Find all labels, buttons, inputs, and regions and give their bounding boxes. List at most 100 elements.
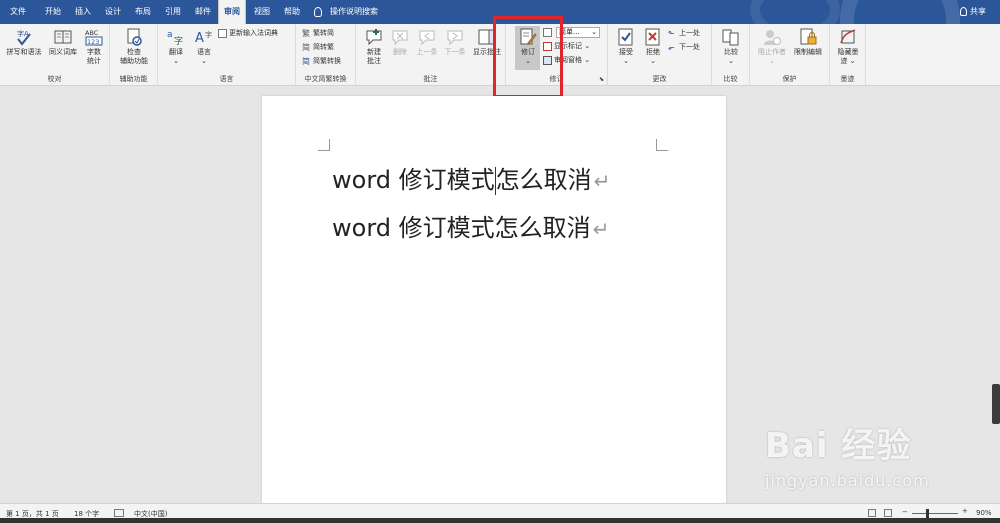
delete-label: 删除 bbox=[393, 48, 407, 56]
track-changes-icon bbox=[520, 28, 537, 45]
scrollbar-thumb[interactable] bbox=[992, 384, 1000, 424]
abc-123-icon: ABC 123 bbox=[85, 29, 103, 46]
accessibility-label-1: 检查 bbox=[127, 48, 141, 56]
taskbar-strip bbox=[0, 518, 1000, 523]
thesaurus-button[interactable]: 同义词库 bbox=[46, 28, 80, 57]
line1-after-caret: 怎么取消 bbox=[495, 166, 592, 194]
person-icon bbox=[960, 7, 967, 16]
read-mode-icon[interactable] bbox=[868, 509, 876, 517]
watermark-url: jingyan.baidu.com bbox=[765, 471, 930, 490]
next-comment-icon bbox=[447, 30, 463, 46]
vertical-scrollbar[interactable] bbox=[990, 86, 1000, 503]
paragraph-mark: ↵ bbox=[592, 217, 610, 241]
share-label: 共享 bbox=[970, 7, 986, 16]
tab-view[interactable]: 视图 bbox=[248, 0, 276, 24]
zoom-out-icon[interactable]: − bbox=[902, 508, 908, 516]
tab-home[interactable]: 开始 bbox=[38, 0, 68, 24]
group-label-accessibility: 辅助功能 bbox=[119, 75, 148, 83]
arrow-down-icon: ⬐ bbox=[668, 42, 675, 52]
restrict-editing-label: 限制编辑 bbox=[794, 48, 822, 56]
next-comment-button[interactable]: 下一条 bbox=[442, 28, 468, 57]
next-change-button[interactable]: ⬐ 下一处 bbox=[668, 42, 700, 52]
background-decoration bbox=[750, 0, 840, 24]
tab-references[interactable]: 引用 bbox=[158, 0, 188, 24]
group-label-ink: 墨迹 bbox=[840, 75, 855, 83]
tell-me-search[interactable]: 操作说明搜索 bbox=[314, 0, 378, 24]
lightbulb-icon bbox=[314, 6, 322, 17]
group-label-changes: 更改 bbox=[652, 75, 667, 83]
tab-design[interactable]: 设计 bbox=[98, 0, 128, 24]
accessibility-label-2: 辅助功能 bbox=[120, 57, 148, 65]
paragraph-mark: ↵ bbox=[593, 169, 611, 193]
previous-comment-button[interactable]: 上一条 bbox=[414, 28, 440, 57]
line1-before-caret: word 修订模式 bbox=[332, 166, 495, 194]
svg-text:字: 字 bbox=[205, 30, 212, 39]
convert-label: 简繁转换 bbox=[313, 57, 341, 65]
traditional-to-simplified-button[interactable]: 繁繁转简 bbox=[302, 28, 334, 38]
compare-label: 比较 bbox=[724, 48, 738, 56]
tab-layout[interactable]: 布局 bbox=[128, 0, 158, 24]
print-layout-icon[interactable] bbox=[884, 509, 892, 517]
crop-mark bbox=[656, 139, 668, 151]
group-chinese-conversion: 繁繁转简 简简转繁 简简繁转换 中文简繁转换 bbox=[296, 24, 356, 86]
hide-ink-label-1: 隐藏墨 bbox=[837, 48, 859, 56]
document-line-1[interactable]: word 修订模式怎么取消 ↵ bbox=[332, 160, 610, 195]
delete-comment-button[interactable]: 删除 bbox=[388, 28, 412, 57]
zoom-slider[interactable] bbox=[912, 513, 958, 514]
crop-mark bbox=[318, 139, 330, 151]
spelling-grammar-button[interactable]: 字A 拼写和语法 bbox=[4, 28, 44, 57]
previous-change-button[interactable]: ⬑ 上一处 bbox=[668, 28, 700, 38]
accessibility-check-icon bbox=[127, 28, 142, 46]
language-button[interactable]: A 字 语言 ⌄ bbox=[190, 28, 218, 66]
accept-icon bbox=[618, 28, 633, 46]
svg-text:字: 字 bbox=[174, 35, 183, 46]
traditional-char-icon: 繁 bbox=[302, 28, 310, 38]
to-simplified-label: 繁转简 bbox=[313, 29, 334, 37]
tab-review[interactable]: 审阅 bbox=[218, 0, 246, 24]
group-language: a 字 翻译 ⌄ A 字 语言 ⌄ 更新输入法词典 语言 bbox=[158, 24, 296, 86]
translate-button[interactable]: a 字 翻译 ⌄ bbox=[162, 28, 190, 66]
tab-help[interactable]: 帮助 bbox=[278, 0, 306, 24]
group-label-language: 语言 bbox=[219, 75, 234, 83]
dialog-launcher-icon[interactable]: ⬊ bbox=[599, 75, 604, 85]
baidu-watermark: Bai 经验 jingyan.baidu.com bbox=[765, 418, 930, 490]
simplified-char-icon: 简 bbox=[302, 42, 310, 52]
chevron-down-icon: ⌄ bbox=[650, 57, 656, 65]
chevron-down-icon: ⌄ bbox=[173, 57, 179, 65]
track-changes-button-overlay[interactable]: 修订 ⌄ bbox=[516, 28, 540, 66]
tab-mailings[interactable]: 邮件 bbox=[188, 0, 218, 24]
group-proofing: 字A 拼写和语法 同义词库 ABC 123 字数 统计 校对 bbox=[0, 24, 110, 86]
document-line-2[interactable]: word 修订模式怎么取消 ↵ bbox=[332, 208, 609, 243]
proofing-status-icon[interactable] bbox=[114, 509, 124, 517]
update-ime-dictionary-button[interactable]: 更新输入法词典 bbox=[218, 28, 278, 38]
compare-button[interactable]: 比较 ⌄ bbox=[718, 28, 744, 66]
block-authors-button[interactable]: 阻止作者 ⌄ bbox=[754, 28, 790, 66]
tab-insert[interactable]: 插入 bbox=[68, 0, 98, 24]
group-compare: 比较 ⌄ 比较 bbox=[712, 24, 750, 86]
zoom-in-icon[interactable]: + bbox=[962, 507, 968, 515]
zoom-level[interactable]: 90% bbox=[976, 509, 992, 517]
dictionary-icon bbox=[218, 28, 227, 38]
chevron-down-icon: ⌄ bbox=[769, 57, 775, 65]
hide-ink-button[interactable]: 隐藏墨 迹 ⌄ bbox=[834, 28, 862, 66]
check-accessibility-button[interactable]: 检查 辅助功能 bbox=[116, 28, 152, 66]
reject-button[interactable]: 拒绝 ⌄ bbox=[640, 28, 666, 66]
group-label-compare: 比较 bbox=[723, 75, 738, 83]
book-icon bbox=[54, 30, 72, 44]
spelling-label: 拼写和语法 bbox=[6, 48, 42, 56]
word-count-button[interactable]: ABC 123 字数 统计 bbox=[82, 28, 106, 66]
share-button[interactable]: 共享 bbox=[960, 0, 986, 24]
group-label-chinese-conversion: 中文简繁转换 bbox=[304, 75, 347, 83]
simplified-to-traditional-button[interactable]: 简简转繁 bbox=[302, 42, 334, 52]
reject-label: 拒绝 bbox=[646, 48, 660, 56]
svg-text:A: A bbox=[195, 31, 204, 46]
document-page[interactable]: word 修订模式怎么取消 ↵ word 修订模式怎么取消 ↵ bbox=[262, 96, 726, 506]
accept-button[interactable]: 接受 ⌄ bbox=[612, 28, 640, 66]
chinese-conversion-button[interactable]: 简简繁转换 bbox=[302, 56, 341, 66]
restrict-editing-button[interactable]: 限制编辑 bbox=[790, 28, 826, 57]
zoom-slider-thumb[interactable] bbox=[926, 509, 929, 518]
lock-document-icon bbox=[800, 28, 817, 45]
tab-file[interactable]: 文件 bbox=[4, 0, 32, 24]
word-count-label-1: 字数 bbox=[87, 48, 101, 56]
new-comment-button[interactable]: 新建 批注 bbox=[360, 28, 388, 66]
